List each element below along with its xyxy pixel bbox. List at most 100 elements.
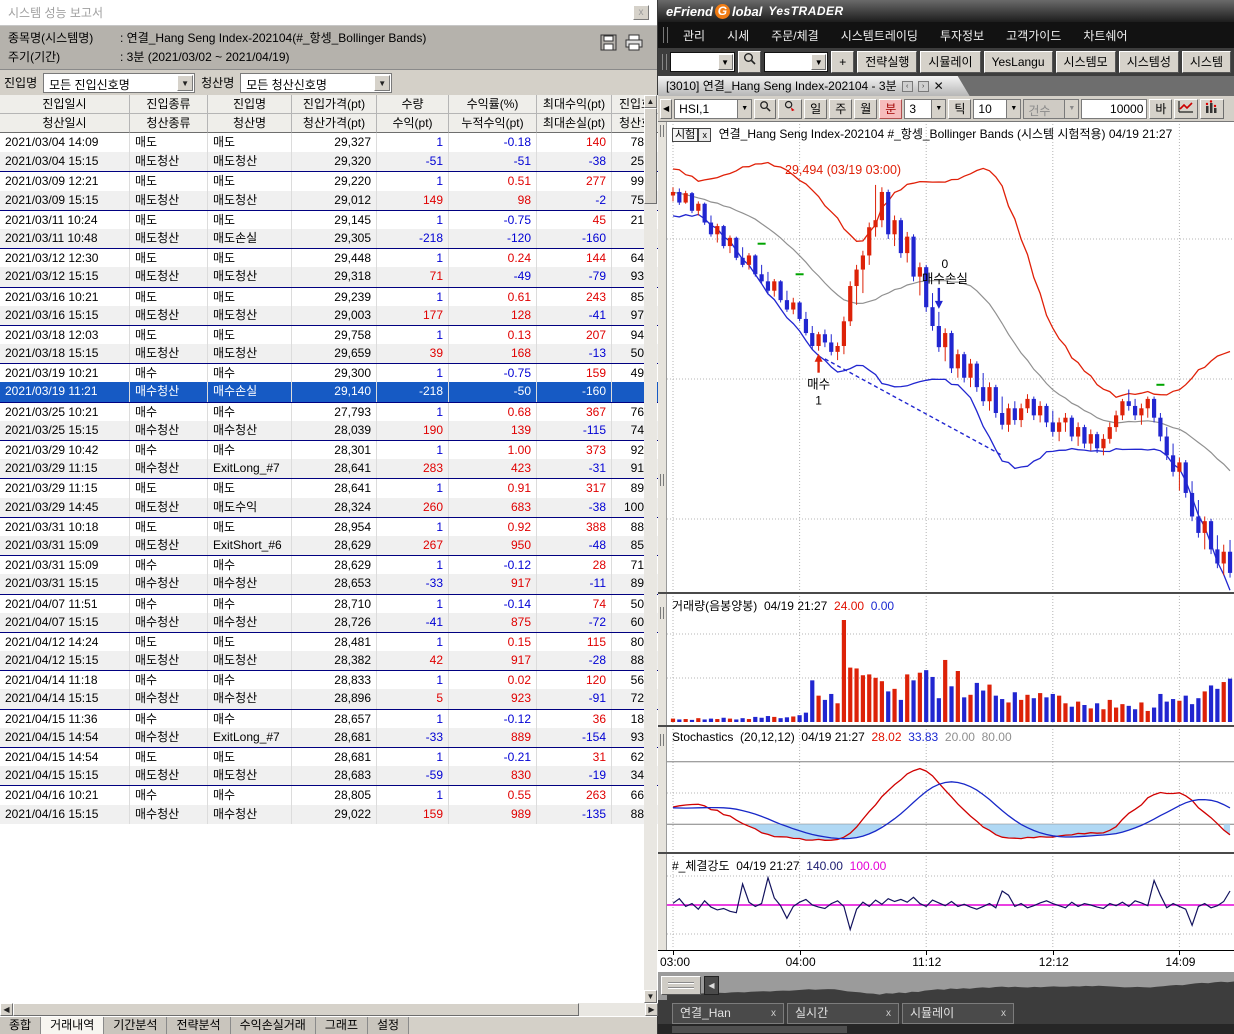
toolbar-button-시스템[interactable]: 시스템 (1182, 51, 1231, 73)
tick-value-combo[interactable]: 10▼ (973, 99, 1021, 119)
tab-전략분석[interactable]: 전략분석 (167, 1017, 230, 1034)
tab-기간분석[interactable]: 기간분석 (104, 1017, 167, 1034)
close-icon[interactable]: x (771, 1004, 776, 1023)
chart-splitter-strip[interactable] (658, 122, 667, 1000)
tab-그래프[interactable]: 그래프 (316, 1017, 368, 1034)
stochastics-chart[interactable] (667, 727, 1234, 852)
table-row[interactable]: 2021/03/04 15:15매도청산매도청산29,320-51-51-382… (0, 152, 658, 171)
scroll-right-icon[interactable]: ▶ (645, 1003, 658, 1016)
table-row[interactable]: 2021/04/15 15:15매도청산매도청산28,683-59830-193… (0, 766, 658, 785)
toolbar-button-YesLangu[interactable]: YesLangu (984, 51, 1053, 73)
table-row[interactable]: 2021/03/12 12:30매도매도29,44810.2414464.5 (0, 248, 658, 267)
table-row[interactable]: 2021/04/15 11:36매수매수28,6571-0.123618.9 (0, 709, 658, 728)
toolbar-button-시스템모[interactable]: 시스템모 (1056, 51, 1116, 73)
close-icon[interactable]: x (698, 128, 711, 142)
period-분[interactable]: 분 (879, 99, 902, 119)
menu-고객가이드[interactable]: 고객가이드 (995, 27, 1072, 44)
table-row[interactable]: 2021/03/29 14:45매도청산매도수익28,324260683-381… (0, 498, 658, 517)
price-panel[interactable]: 시험x 연결_Hang Seng Index-202104 #_항셍_Bolli… (667, 122, 1234, 592)
tab-종합[interactable]: 종합 (0, 1017, 41, 1034)
table-row[interactable]: 2021/03/18 15:15매도청산매도청산29,65939168-1350… (0, 344, 658, 363)
secondary-combo[interactable]: ▼ (764, 52, 829, 72)
toolbar-button-전략실행[interactable]: 전략실행 (857, 51, 917, 73)
table-row[interactable]: 2021/03/09 15:15매도청산매도청산29,01214998-275.… (0, 191, 658, 210)
bar-chart-icon[interactable] (1200, 99, 1224, 119)
zoom-icon[interactable] (754, 99, 776, 119)
bar-label-button[interactable]: 바 (1149, 99, 1172, 119)
close-icon[interactable]: x (1001, 1004, 1006, 1023)
strength-panel[interactable]: #_체결강도 04/19 21:27 140.00 100.00 (667, 854, 1234, 950)
period-주[interactable]: 주 (829, 99, 852, 119)
line-chart-icon[interactable] (1174, 99, 1198, 119)
scroll-down-icon[interactable]: ▼ (644, 990, 657, 1003)
table-row[interactable]: 2021/04/16 15:15매수청산매수청산29,022159989-135… (0, 805, 658, 824)
workspace-tab-연결_Han[interactable]: 연결_Hanx (672, 1003, 784, 1024)
add-button[interactable]: + (831, 51, 854, 73)
window-tool-icon[interactable]: ‹ (902, 81, 913, 92)
table-row[interactable]: 2021/04/15 14:54매수청산ExitLong_#728,681-33… (0, 728, 658, 747)
table-row[interactable]: 2021/04/15 14:54매도매도28,6811-0.213162.0 (0, 747, 658, 766)
toolbar-button-시뮬레이[interactable]: 시뮬레이 (920, 51, 980, 73)
period-일[interactable]: 일 (804, 99, 827, 119)
chart-window-tab[interactable]: [3010] 연결_Hang Seng Index-202104 - 3분 ‹ … (658, 76, 970, 96)
prev-icon[interactable]: ◀ (660, 99, 672, 119)
exit-signal-select[interactable]: 모든 청산신호명▼ (240, 73, 392, 93)
candlestick-chart[interactable]: 29,494 (03/19 03:00)매수10매수손실 (667, 122, 1234, 592)
table-row[interactable]: 2021/03/31 15:15매수청산매수청산28,653-33917-118… (0, 574, 658, 593)
chart-navigator[interactable]: ◀ (658, 972, 1234, 1000)
table-row[interactable]: 2021/04/14 15:15매수청산매수청산28,8965923-9172.… (0, 689, 658, 708)
chevron-down-icon[interactable]: ▼ (177, 75, 193, 91)
close-icon[interactable]: ✕ (934, 76, 944, 96)
table-row[interactable]: 2021/03/31 15:09매수매수28,6291-0.122871.7 (0, 555, 658, 574)
scroll-left-icon[interactable]: ◀ (0, 1003, 13, 1016)
navigator-left-icon[interactable]: ◀ (704, 976, 719, 995)
table-row[interactable]: 2021/03/16 15:15매도청산매도청산29,003177128-419… (0, 306, 658, 325)
table-row[interactable]: 2021/03/29 11:15매도매도28,64110.9131789.3 (0, 478, 658, 497)
table-row[interactable]: 2021/04/07 15:15매수청산매수청산28,726-41875-726… (0, 613, 658, 632)
menu-투자정보[interactable]: 투자정보 (929, 27, 995, 44)
period-월[interactable]: 월 (854, 99, 877, 119)
table-row[interactable]: 2021/03/16 10:21매도매도29,23910.6124385.5 (0, 287, 658, 306)
table-row[interactable]: 2021/03/31 10:18매도매도28,95410.9238888.9 (0, 517, 658, 536)
stochastics-panel[interactable]: Stochastics (20,12,12) 04/19 21:27 28.02… (667, 727, 1234, 852)
table-row[interactable]: 2021/03/25 15:15매수청산매수청산28,039190139-115… (0, 421, 658, 440)
close-icon[interactable]: x (886, 1004, 891, 1023)
table-row[interactable]: 2021/03/19 11:21매수청산매수손실29,140-218-50-16… (0, 382, 658, 401)
volume-panel[interactable]: 거래량(음봉양봉) 04/19 21:27 24.00 0.00 (667, 594, 1234, 725)
table-row[interactable]: 2021/04/16 10:21매수매수28,80510.5526366.0 (0, 785, 658, 804)
table-row[interactable]: 2021/03/19 10:21매수매수29,3001-0.7515949.8 (0, 363, 658, 382)
entry-signal-select[interactable]: 모든 진입신호명▼ (43, 73, 195, 93)
tab-거래내역[interactable]: 거래내역 (41, 1017, 104, 1034)
table-row[interactable]: 2021/04/14 11:18매수매수28,83310.0212056.8 (0, 670, 658, 689)
table-row[interactable]: 2021/03/18 12:03매도매도29,75810.1320794.6 (0, 325, 658, 344)
window-tool-icon[interactable]: › (918, 81, 929, 92)
menu-관리[interactable]: 관리 (672, 27, 716, 44)
period-value-combo[interactable]: 3▼ (904, 99, 946, 119)
workspace-tab-실시간[interactable]: 실시간x (787, 1003, 899, 1024)
table-vertical-scrollbar[interactable]: ▲ ▼ (644, 95, 657, 1003)
tick-button[interactable]: 틱 (948, 99, 971, 119)
table-horizontal-scrollbar[interactable]: ◀ ▶ (0, 1003, 658, 1016)
vscroll-thumb[interactable] (644, 108, 657, 204)
table-row[interactable]: 2021/03/11 10:24매도매도29,1451-0.754521.9 (0, 210, 658, 229)
bar-count-input[interactable]: 10000 (1081, 99, 1147, 119)
table-row[interactable]: 2021/03/04 14:09매도매도29,3271-0.1814078.6 (0, 133, 658, 152)
table-row[interactable]: 2021/04/12 15:15매도청산매도청산28,38242917-2888… (0, 651, 658, 670)
print-icon[interactable] (625, 34, 643, 51)
symbol-combo[interactable]: HSI,1▼ (674, 99, 752, 119)
tab-수익손실거래[interactable]: 수익손실거래 (231, 1017, 316, 1034)
toolbar-button-시스템성[interactable]: 시스템성 (1119, 51, 1179, 73)
symbol-search-combo[interactable]: ▼ (670, 52, 735, 72)
scroll-up-icon[interactable]: ▲ (644, 95, 657, 108)
menu-시스템트레이딩[interactable]: 시스템트레이딩 (830, 27, 929, 44)
table-row[interactable]: 2021/03/31 15:09매도청산ExitShort_#628,62926… (0, 536, 658, 555)
tab-설정[interactable]: 설정 (368, 1017, 409, 1034)
table-row[interactable]: 2021/03/11 10:48매도청산매도손실29,305-218-120-1… (0, 229, 658, 248)
hscroll-thumb[interactable] (13, 1003, 579, 1016)
search-icon[interactable] (738, 51, 761, 73)
menu-차트쉐어[interactable]: 차트쉐어 (1072, 27, 1138, 44)
table-row[interactable]: 2021/03/29 11:15매수청산ExitLong_#728,641283… (0, 459, 658, 478)
menu-시세[interactable]: 시세 (716, 27, 760, 44)
table-row[interactable]: 2021/03/12 15:15매도청산매도청산29,31871-49-7993… (0, 267, 658, 286)
workspace-tab-시뮬레이[interactable]: 시뮬레이x (902, 1003, 1014, 1024)
